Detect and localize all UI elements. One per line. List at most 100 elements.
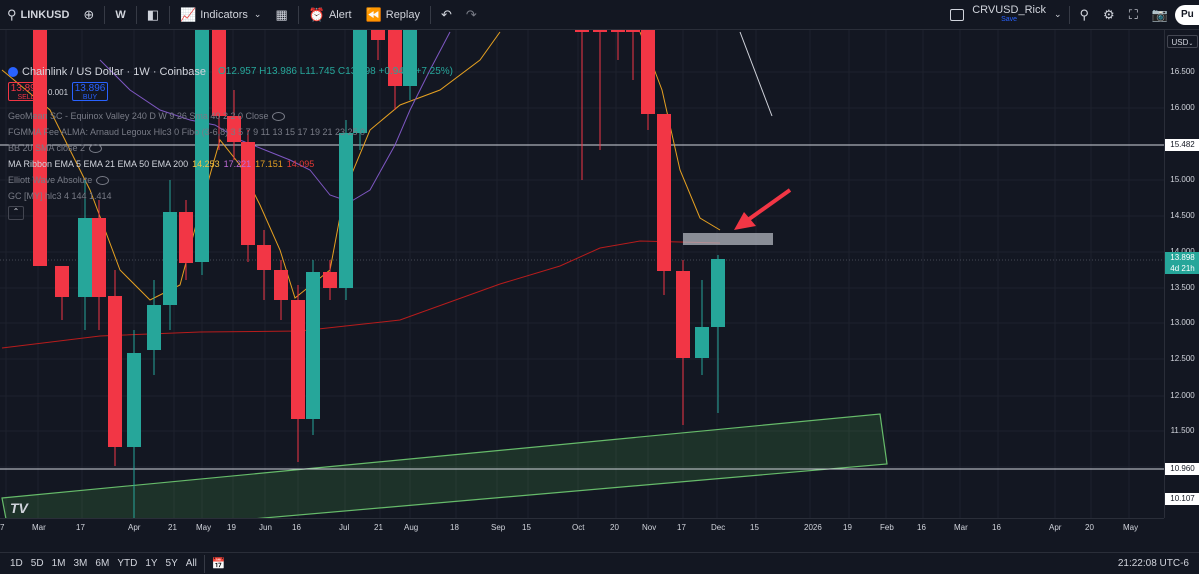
- collapse-legend-button[interactable]: ⌃: [8, 206, 24, 220]
- layout-save-status: Save: [1001, 15, 1018, 23]
- eye-icon[interactable]: [96, 175, 110, 185]
- candle-body: [626, 30, 640, 32]
- alert-button[interactable]: ⏰ Alert: [302, 0, 359, 30]
- range-button-3m[interactable]: 3M: [70, 558, 92, 569]
- time-tick-label: Dec: [711, 523, 726, 532]
- time-tick-label: 20: [1085, 523, 1094, 532]
- divider: [169, 5, 171, 24]
- time-tick-label: 16: [992, 523, 1001, 532]
- price-chart[interactable]: [0, 30, 1164, 518]
- divider: [203, 554, 205, 573]
- candle-body: [695, 327, 709, 358]
- indicator-row-fgmma[interactable]: FGMMA Fee ALMA: Arnaud Legoux Hlc3 0 Fib…: [8, 124, 365, 140]
- range-button-6m[interactable]: 6M: [91, 558, 113, 569]
- alert-label: Alert: [328, 8, 352, 21]
- candle-body: [163, 212, 177, 305]
- plus-circle-icon: ⊕: [83, 6, 95, 22]
- buy-button[interactable]: 13.896 BUY: [72, 82, 109, 101]
- time-tick-label: Aug: [404, 523, 419, 532]
- replay-label: Replay: [385, 8, 420, 21]
- price-tick-label: 14.500: [1170, 211, 1195, 220]
- chart-legend: Chainlink / US Dollar · 1W · Coinbase O1…: [8, 64, 453, 80]
- settings-button[interactable]: ⚙: [1096, 0, 1122, 30]
- undo-button[interactable]: ↶: [434, 0, 459, 30]
- bar-countdown: 4d 21h: [1170, 264, 1195, 273]
- indicator-label: GeoMean SC - Equinox Valley 240 D W 9 26…: [8, 111, 269, 121]
- range-button-1m[interactable]: 1M: [48, 558, 70, 569]
- symbol-search-button[interactable]: ⚲ LINKUSD: [0, 0, 76, 30]
- tradingview-logo[interactable]: TV: [10, 500, 28, 516]
- symbol-legend-row[interactable]: Chainlink / US Dollar · 1W · Coinbase O1…: [8, 64, 453, 80]
- indicators-button[interactable]: 📈 Indicators ⌄: [173, 0, 268, 30]
- layout-selector[interactable]: CRVUSD_Rick Save ⌄: [943, 0, 1065, 30]
- layouts-button[interactable]: ▦: [268, 0, 294, 30]
- currency-selector[interactable]: USD⌄: [1167, 35, 1198, 48]
- range-button-1y[interactable]: 1Y: [141, 558, 161, 569]
- time-tick-label: Sep: [491, 523, 506, 532]
- price-tick-label: 13.000: [1170, 318, 1195, 327]
- chevron-down-icon: ⌄: [1188, 41, 1194, 47]
- current-price: 13.898: [1170, 253, 1195, 262]
- interval-button[interactable]: W: [108, 0, 132, 30]
- time-tick-label: Oct: [572, 523, 585, 532]
- undo-icon: ↶: [441, 6, 452, 22]
- arrow-annotation-shaft: [743, 188, 792, 224]
- divider: [104, 5, 106, 24]
- bottom-toolbar: 1D 5D 1M 3M 6M YTD 1Y 5Y All 📅 21:22:08 UTC-6: [0, 552, 1199, 574]
- date-range-button[interactable]: 📅: [208, 557, 230, 570]
- range-button-ytd[interactable]: YTD: [113, 558, 141, 569]
- sell-button[interactable]: 13.895 SELL: [8, 82, 44, 101]
- quick-search-button[interactable]: ⚲: [1073, 0, 1097, 30]
- time-axis[interactable]: 7 Mar 17 Apr 21 May 19 Jun 16 Jul 21 Aug 18 Sep 15 Oct 2…: [0, 518, 1164, 554]
- clock-timezone[interactable]: 21:22:08 UTC-6: [1114, 558, 1193, 569]
- candle-body: [306, 272, 320, 419]
- range-button-5y[interactable]: 5Y: [162, 558, 182, 569]
- ma-value-21: 17.221: [223, 159, 252, 169]
- time-tick-label: Apr: [1049, 523, 1062, 532]
- candle-body: [593, 30, 607, 32]
- buy-price: 13.896: [74, 83, 106, 94]
- eye-icon[interactable]: [272, 111, 286, 121]
- alarm-clock-icon: ⏰: [308, 6, 325, 22]
- eye-icon[interactable]: [89, 143, 103, 153]
- time-tick-label: 17: [677, 523, 686, 532]
- symbol-title: Chainlink / US Dollar · 1W · Coinbase: [22, 66, 207, 78]
- candle-body: [371, 30, 385, 40]
- time-tick-label: 15: [522, 523, 531, 532]
- time-tick-label: 16: [292, 523, 301, 532]
- symbol-label: LINKUSD: [20, 8, 70, 21]
- sell-price: 13.895: [10, 83, 42, 94]
- indicator-row-geomean[interactable]: GeoMean SC - Equinox Valley 240 D W 9 26…: [8, 108, 365, 124]
- candle-body: [108, 296, 122, 447]
- range-button-all[interactable]: All: [182, 558, 201, 569]
- price-axis[interactable]: USD⌄ 16.50016.00015.00014.50014.00013.50…: [1164, 30, 1199, 518]
- layout-icon: [950, 8, 965, 21]
- time-tick-label: 18: [450, 523, 459, 532]
- publish-button[interactable]: Pu: [1175, 4, 1199, 25]
- replay-button[interactable]: ⏪ Replay: [359, 0, 427, 30]
- candle-body: [657, 114, 671, 271]
- chart-pane[interactable]: Chainlink / US Dollar · 1W · Coinbase O1…: [0, 30, 1199, 554]
- buy-label: BUY: [82, 94, 98, 101]
- top-toolbar: ⚲ LINKUSD ⊕ W ◧ 📈 Indicators ⌄ ▦ ⏰ Alert…: [0, 0, 1199, 30]
- grid-icon: ▦: [275, 6, 288, 22]
- indicator-row-bb[interactable]: BB 20 SMA close 2: [8, 140, 365, 156]
- indicator-row-elliott[interactable]: Elliott Wave Absolute: [8, 172, 365, 188]
- chart-type-button[interactable]: ◧: [140, 0, 166, 30]
- indicator-row-gc[interactable]: GC [MY] hlc3 4 144 1.414: [8, 188, 365, 204]
- price-tick-label: 11.500: [1170, 426, 1195, 435]
- price-tick-label: 16.000: [1170, 103, 1195, 112]
- candle-body: [147, 305, 161, 350]
- ma-value-200: 14.095: [286, 159, 315, 169]
- time-tick-label: 20: [610, 523, 619, 532]
- indicator-row-ma-ribbon[interactable]: MA Ribbon EMA 5 EMA 21 EMA 50 EMA 200 14…: [8, 156, 365, 172]
- compare-symbol-button[interactable]: ⊕: [76, 0, 101, 30]
- snapshot-button[interactable]: 📷: [1145, 0, 1175, 30]
- currency-label: USD: [1171, 38, 1189, 47]
- redo-button[interactable]: ↷: [459, 0, 484, 30]
- spread-value: 0.001: [48, 88, 69, 97]
- range-button-1d[interactable]: 1D: [6, 558, 27, 569]
- fullscreen-button[interactable]: ⛶: [1122, 0, 1145, 30]
- time-tick-label: 7: [0, 523, 5, 532]
- range-button-5d[interactable]: 5D: [27, 558, 48, 569]
